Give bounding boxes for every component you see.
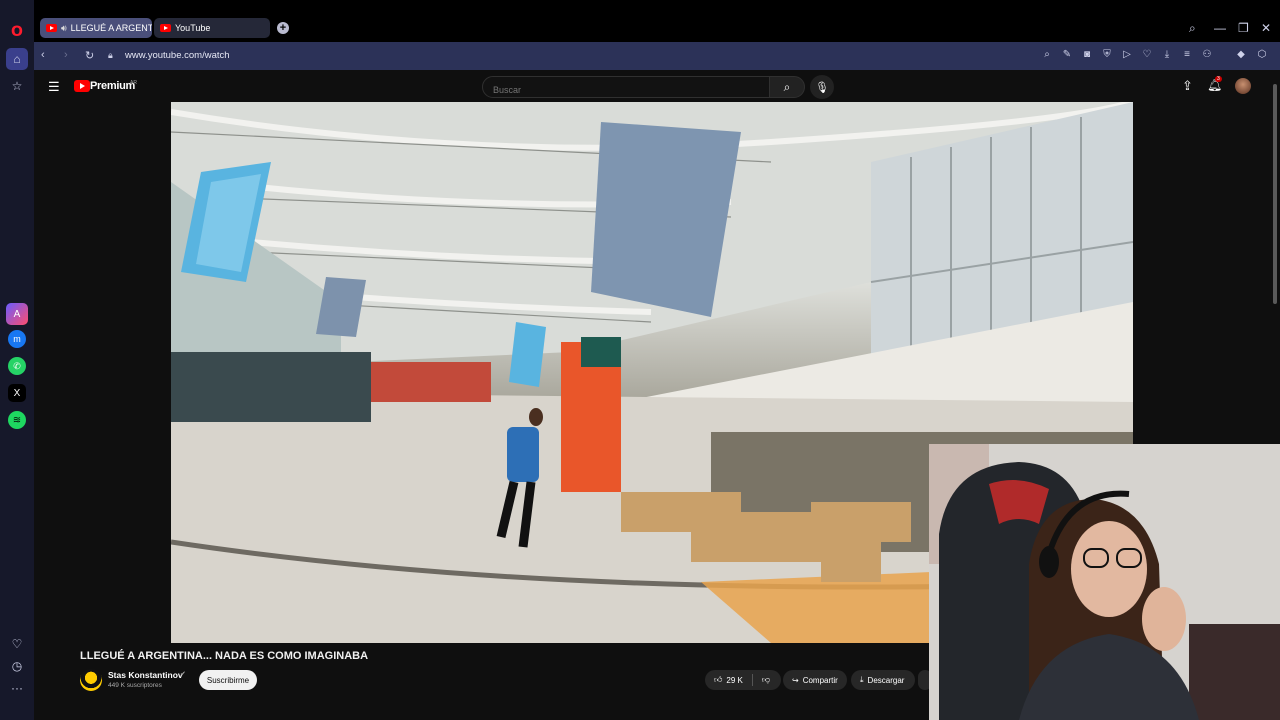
- history-icon[interactable]: ◷: [6, 655, 28, 677]
- country-code: AR: [130, 80, 137, 86]
- share-button[interactable]: ↪ Compartir: [783, 670, 847, 690]
- home-icon[interactable]: ⌂: [6, 48, 28, 70]
- address-bar: ‹ › ↻ 🔒︎ www.youtube.com/watch ⌕ ✎ ◙ ⛨ ▷…: [34, 42, 1280, 70]
- speaker-icon[interactable]: 🔊︎: [61, 23, 67, 34]
- microphone-icon: 🎙︎: [815, 81, 829, 94]
- extensions-icon[interactable]: ⬡: [1255, 49, 1269, 60]
- spotify-app-icon[interactable]: ≋: [8, 411, 26, 429]
- messenger-app-icon[interactable]: m: [8, 330, 26, 348]
- minimize-icon[interactable]: —: [1214, 21, 1226, 35]
- tab-video[interactable]: 🔊︎ LLEGUÉ A ARGENTINA: [40, 18, 152, 38]
- download-label: Descargar: [867, 675, 905, 685]
- wallet-icon[interactable]: ◆: [1234, 49, 1248, 60]
- share-label: Compartir: [802, 675, 838, 685]
- forward-icon[interactable]: ›: [64, 49, 68, 61]
- search-page-icon[interactable]: ⌕: [1040, 49, 1054, 60]
- youtube-favicon-icon: [46, 24, 57, 32]
- close-icon[interactable]: ✕: [1261, 21, 1271, 35]
- heart-icon[interactable]: ♡: [6, 633, 28, 655]
- hamburger-menu-icon[interactable]: ☰: [48, 79, 60, 95]
- shield-icon[interactable]: ⛨: [1100, 49, 1114, 60]
- channel-name[interactable]: Stas Konstantinov: [108, 670, 183, 680]
- more-icon[interactable]: ···: [6, 677, 28, 699]
- browser-sidebar: O ⌂ ☆ A m ✆ X ≋ ♡ ◷ ···: [0, 0, 34, 720]
- url-field[interactable]: www.youtube.com/watch: [125, 50, 230, 61]
- like-count[interactable]: 29 K: [726, 676, 742, 685]
- tab-strip: 🔊︎ LLEGUÉ A ARGENTINA YouTube + ⌕ — ❐ ✕: [34, 0, 1280, 42]
- youtube-logo-icon[interactable]: [74, 80, 90, 92]
- subscriber-count: 449 K suscriptores: [108, 682, 162, 689]
- youtube-header: ☰ Premium AR ⌕ 🎙︎ ⇪ 🔔︎ 3: [34, 70, 1280, 102]
- webcam-frame: [929, 444, 1280, 720]
- profile-icon[interactable]: ⚇: [1200, 49, 1214, 60]
- back-icon[interactable]: ‹: [41, 49, 45, 61]
- youtube-favicon-icon: [160, 24, 171, 32]
- share-icon: ↪: [792, 675, 799, 685]
- upload-icon[interactable]: ⇪: [1182, 78, 1193, 94]
- notification-badge: 3: [1215, 76, 1222, 82]
- tab-youtube[interactable]: YouTube: [154, 18, 270, 38]
- reload-icon[interactable]: ↻: [85, 49, 94, 62]
- lock-icon[interactable]: 🔒︎: [108, 50, 113, 61]
- account-avatar[interactable]: [1235, 78, 1251, 94]
- opera-logo-icon[interactable]: O: [6, 21, 28, 43]
- premium-logo[interactable]: Premium: [90, 80, 135, 92]
- whatsapp-app-icon[interactable]: ✆: [8, 357, 26, 375]
- maximize-icon[interactable]: ❐: [1238, 21, 1249, 35]
- search-button[interactable]: ⌕: [769, 76, 805, 98]
- star-icon[interactable]: ☆: [6, 75, 28, 97]
- edit-icon[interactable]: ✎: [1060, 49, 1074, 60]
- channel-avatar[interactable]: [80, 669, 102, 691]
- aria-app-icon[interactable]: A: [6, 303, 28, 325]
- video-title: LLEGUÉ A ARGENTINA... NADA ES COMO IMAGI…: [80, 650, 369, 662]
- voice-search-button[interactable]: 🎙︎: [810, 75, 834, 99]
- scrollbar-thumb[interactable]: [1273, 84, 1277, 304]
- search-input[interactable]: [482, 76, 770, 98]
- verified-badge-icon: ✔: [180, 671, 186, 678]
- play-icon[interactable]: ▷: [1120, 49, 1134, 60]
- x-app-icon[interactable]: X: [8, 384, 26, 402]
- thumbs-up-icon[interactable]: 👍︎: [714, 675, 722, 685]
- camera-icon[interactable]: ◙: [1080, 49, 1094, 60]
- download-icon: ⤓: [860, 675, 864, 684]
- tab-label: LLEGUÉ A ARGENTINA: [70, 23, 152, 33]
- search-icon: ⌕: [783, 79, 791, 94]
- subscribe-button[interactable]: Suscribirme: [199, 670, 257, 690]
- download-button[interactable]: ⤓ Descargar: [851, 670, 915, 690]
- like-dislike-group: 👍︎ 29 K 👎︎: [705, 670, 781, 690]
- webcam-overlay: [929, 444, 1280, 720]
- divider: [751, 674, 753, 686]
- thumbs-down-icon[interactable]: 👎︎: [762, 675, 770, 685]
- new-tab-button[interactable]: +: [277, 22, 289, 34]
- tab-search-icon[interactable]: ⌕: [1189, 21, 1196, 36]
- heart-icon[interactable]: ♡: [1140, 49, 1154, 60]
- download-icon[interactable]: ⤓: [1160, 49, 1174, 60]
- tab-label: YouTube: [175, 23, 211, 33]
- menu-list-icon[interactable]: ≡: [1180, 49, 1194, 60]
